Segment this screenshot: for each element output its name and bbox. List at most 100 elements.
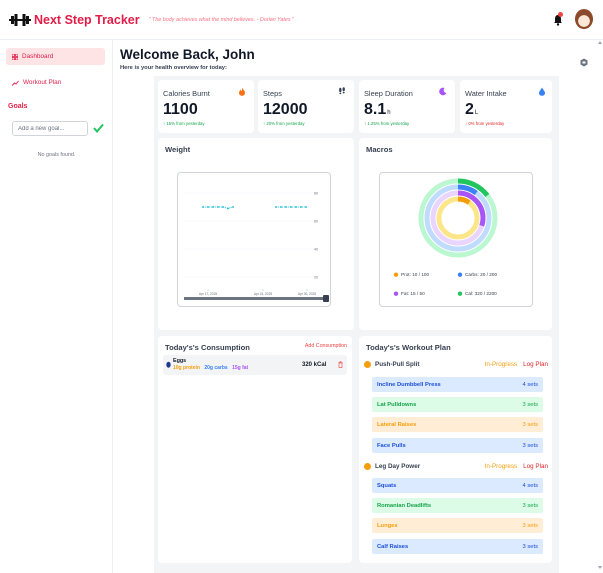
exercise-row[interactable]: Lunges 3 sets [372,518,543,533]
y-tick-label: 20 [314,276,318,280]
data-point [207,206,209,208]
data-point [275,206,277,208]
plan-status-dot [364,462,371,470]
data-point [305,206,307,208]
scroll-down-arrow[interactable] [598,566,602,569]
page-subtitle: Here is your health overview for today: [120,65,227,71]
add-consumption-button[interactable]: Add Consumption [305,343,347,349]
range-slider [184,297,324,300]
legend-label: Cal: 320 / 2200 [465,291,497,296]
panel-title: Macros [366,145,393,154]
stat-card-calories: Calories Burnt 1100 ↑ 15% from yesterday [158,80,254,133]
sidebar: Dashboard Workout Plan Goals No goals fo… [0,40,113,573]
goals-empty-message: No goals found. [37,152,76,158]
protein-value: 10g protein [173,365,200,371]
stat-title: Water Intake [465,89,507,98]
carbs-value: 20g carbs [204,365,228,371]
hexagon-icon[interactable] [580,58,588,67]
stat-title: Calories Burnt [163,89,210,98]
scrollbar[interactable] [597,40,603,573]
log-plan-button[interactable]: Log Plan [523,463,548,470]
brand-name[interactable]: Next Step Tracker [34,13,140,27]
data-point [212,206,214,208]
stat-value: 12000 [263,101,308,118]
x-tick-label: Apr 17, 2025 [199,292,217,296]
weight-chart[interactable]: 80 60 40 20 Apr 17, 2025 Apr 24, 2025 Apr 30, … [178,173,332,308]
trash-icon[interactable] [338,361,343,368]
stat-card-water: Water Intake 2L ↓ 0% from yesterday [460,80,552,133]
data-point [285,206,287,208]
stat-change: ↑ 20% from yesterday [263,121,305,126]
panel-title: Today's's Workout Plan [366,343,451,352]
exercise-row[interactable]: Lateral Raises 3 sets [372,417,543,432]
stat-card-steps: Steps 12000 ↑ 20% from yesterday [258,80,354,133]
exercise-row[interactable]: Face Pulls 3 sets [372,438,543,453]
macros-chart-frame: Prot: 10 / 100 Carbs: 20 / 200 Fat: 15 / 5… [379,172,533,307]
list-item: Eggs 10g protein 20g carbs 15g fat 320 k… [163,355,347,375]
stat-title: Sleep Duration [364,89,413,98]
data-point [290,206,292,208]
footprints-icon [339,87,345,95]
data-point [202,206,204,208]
data-point [280,206,282,208]
plan-status: In-Progress [484,462,518,470]
data-point [295,206,297,208]
panel-title: Weight [165,145,191,154]
stat-change: ↑ 1.25% from yesterday [364,121,410,126]
range-slider-handle [323,295,329,302]
exercise-row[interactable]: Incline Dumbbell Press 4 sets [372,377,543,392]
y-tick-label: 40 [314,248,318,252]
data-point [232,206,234,208]
y-tick-label: 80 [314,192,318,196]
legend-swatch [393,272,399,277]
stat-value: 1100 [163,101,198,118]
panel-title: Today's's Consumption [165,343,250,352]
stat-title: Steps [263,89,282,98]
plan-header-push-pull: Push-Pull Split In-Progress Log Plan [364,358,548,370]
stat-change: ↑ 15% from yesterday [163,121,205,126]
data-point [227,207,229,210]
notification-badge [558,12,563,17]
sidebar-item-workout-plan[interactable]: Workout Plan [6,74,105,91]
macro-ring-track [424,184,492,252]
flame-icon [239,87,245,96]
macros-panel: Macros Prot: 10 / 100 Carbs: 20 / 200 Fat:… [359,138,552,330]
food-kcal: 320 kCal [302,362,327,368]
goal-input[interactable] [12,121,88,136]
weight-panel: Weight 80 60 40 20 Apr 17, 2025 Apr 24, 2025 A… [158,138,354,330]
exercise-row[interactable]: Squats 4 sets [372,478,543,493]
fat-value: 15g fat [232,365,249,371]
x-tick-label: Apr 24, 2025 [254,292,272,296]
food-name: Eggs [173,358,187,364]
log-plan-button[interactable]: Log Plan [523,361,548,368]
avatar[interactable] [575,9,593,29]
data-point [217,206,219,208]
sidebar-item-dashboard[interactable]: Dashboard [6,48,105,65]
stat-value: 2L [465,101,479,118]
motivational-quote: " The body achieves what the mind believ… [148,16,294,23]
stat-value: 8.1h [364,101,391,118]
data-point [300,206,302,208]
exercise-row[interactable]: Calf Raises 3 sets [372,539,543,554]
top-bar: Next Step Tracker " The body achieves wh… [0,0,603,40]
check-icon[interactable] [93,123,104,133]
plan-header-leg-day: Leg Day Power In-Progress Log Plan [364,460,548,472]
stat-change: ↓ 0% from yesterday [465,121,505,126]
trend-icon [12,80,19,86]
food-macros: 10g protein 20g carbs 15g fat [173,365,248,371]
exercise-row[interactable]: Romanian Deadlifts 3 sets [372,498,543,513]
egg-icon [166,361,171,368]
macros-chart[interactable]: Prot: 10 / 100 Carbs: 20 / 200 Fat: 15 / 5… [380,173,534,308]
scroll-up-arrow[interactable] [598,41,602,44]
exercise-row[interactable]: Lat Pulldowns 3 sets [372,397,543,412]
weight-chart-frame: 80 60 40 20 Apr 17, 2025 Apr 24, 2025 Apr 30, … [177,172,331,307]
sidebar-item-label: Dashboard [22,53,54,60]
macro-ring-track [436,196,480,240]
x-tick-label: Apr 30, 2025 [298,292,316,296]
legend-label: Carbs: 20 / 200 [465,272,497,277]
data-point [222,206,224,208]
plan-status-dot [364,360,371,368]
legend-label: Fat: 15 / 50 [401,291,425,296]
plan-name: Leg Day Power [375,462,421,470]
stat-card-sleep: Sleep Duration 8.1h ↑ 1.25% from yesterd… [359,80,455,133]
